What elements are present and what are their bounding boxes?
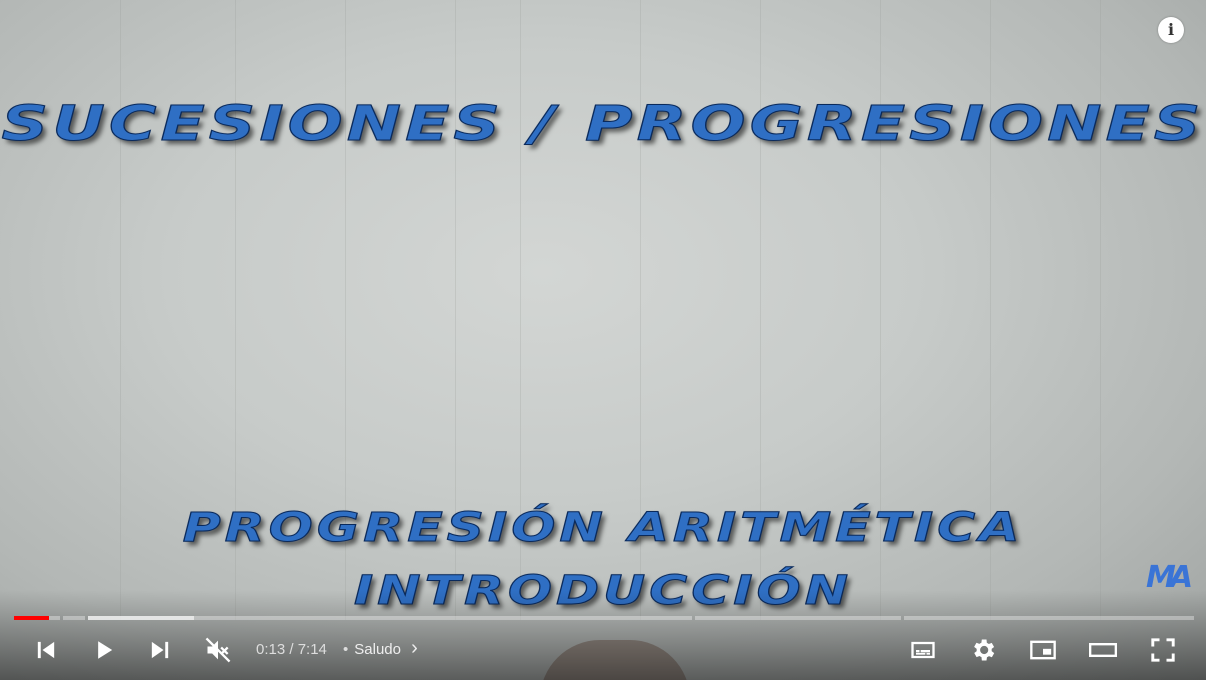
time-display: 0:13 / 7:14 [256,641,327,658]
chevron-right-icon: › [411,637,418,659]
slide-subtitle-1: PROGRESIÓN ARITMÉTICA [182,505,1024,552]
volume-muted-icon [205,637,231,663]
subtitles-icon [911,641,935,659]
player-controls: 0:13 / 7:14 • Saludo › [0,626,1206,674]
fullscreen-button[interactable] [1139,626,1187,674]
skip-previous-icon [37,641,55,659]
buffer-indicator [88,616,194,620]
fullscreen-icon [1151,638,1175,662]
slide-title-main: SUCESIONES / PROGRESIONES [1,96,1205,153]
progress-bar[interactable] [14,616,1194,620]
played-indicator [14,616,49,620]
info-button[interactable]: i [1158,17,1184,43]
chapter-title: Saludo [354,641,401,658]
mute-button[interactable] [194,626,242,674]
skip-next-icon [151,641,169,659]
previous-button[interactable] [22,626,70,674]
chapter-segment[interactable] [904,616,1194,620]
play-icon [98,641,113,659]
play-button[interactable] [80,626,128,674]
miniplayer-icon [1030,640,1056,660]
settings-button[interactable] [959,626,1007,674]
chapter-button[interactable]: • Saludo › [343,638,418,658]
subtitles-button[interactable] [899,626,947,674]
chapter-segment[interactable] [695,616,901,620]
theater-mode-icon [1089,643,1117,657]
gear-icon [974,639,995,661]
next-button[interactable] [136,626,184,674]
miniplayer-button[interactable] [1019,626,1067,674]
theater-mode-button[interactable] [1079,626,1127,674]
chapter-segment[interactable] [63,616,85,620]
video-frame[interactable]: SUCESIONES / PROGRESIONES PROGRESIÓN ARI… [0,0,1206,680]
chapter-separator: • [343,641,349,658]
